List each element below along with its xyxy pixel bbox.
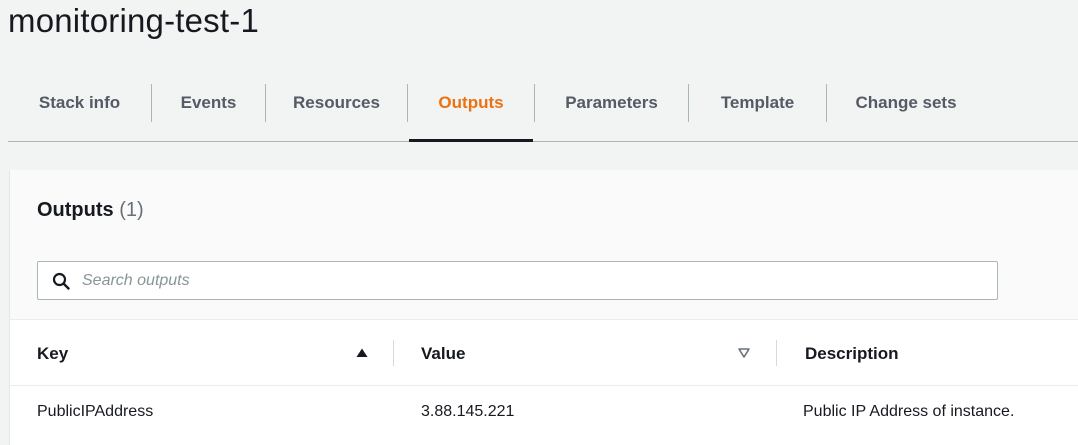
stack-detail-page: monitoring-test-1 Stack info Events Reso… [0,0,1078,445]
column-header-description[interactable]: Description [805,344,899,364]
outputs-panel: Outputs (1) Key Value Description Publ [10,170,1078,445]
table-header: Key Value Description [10,320,1078,386]
caret-up-icon[interactable] [355,347,369,359]
tab-resources[interactable]: Resources [266,84,407,142]
column-header-key[interactable]: Key [37,344,68,364]
outputs-count: (1) [119,199,144,221]
search-input[interactable] [82,263,982,298]
tab-template[interactable]: Template [689,84,826,142]
tab-outputs[interactable]: Outputs [409,84,533,142]
tab-divider [407,84,408,122]
stack-tabs: Stack info Events Resources Outputs Para… [8,68,1078,142]
column-divider [776,340,777,366]
tab-events[interactable]: Events [152,84,265,142]
cell-value: 3.88.145.221 [421,403,515,420]
tab-change-sets[interactable]: Change sets [827,84,985,142]
caret-down-outline-icon[interactable] [737,347,751,359]
tab-stack-info[interactable]: Stack info [8,84,151,142]
cell-key: PublicIPAddress [37,403,154,420]
page-title: monitoring-test-1 [8,2,259,39]
column-header-value[interactable]: Value [421,344,465,364]
column-divider [393,340,394,366]
search-box [37,261,998,300]
cell-description: Public IP Address of instance. [803,403,1015,420]
search-icon [52,272,70,290]
outputs-heading: Outputs (1) [37,199,144,222]
tab-parameters[interactable]: Parameters [535,84,688,142]
outputs-title: Outputs [37,199,114,221]
table-row: PublicIPAddress 3.88.145.221 Public IP A… [10,386,1078,436]
